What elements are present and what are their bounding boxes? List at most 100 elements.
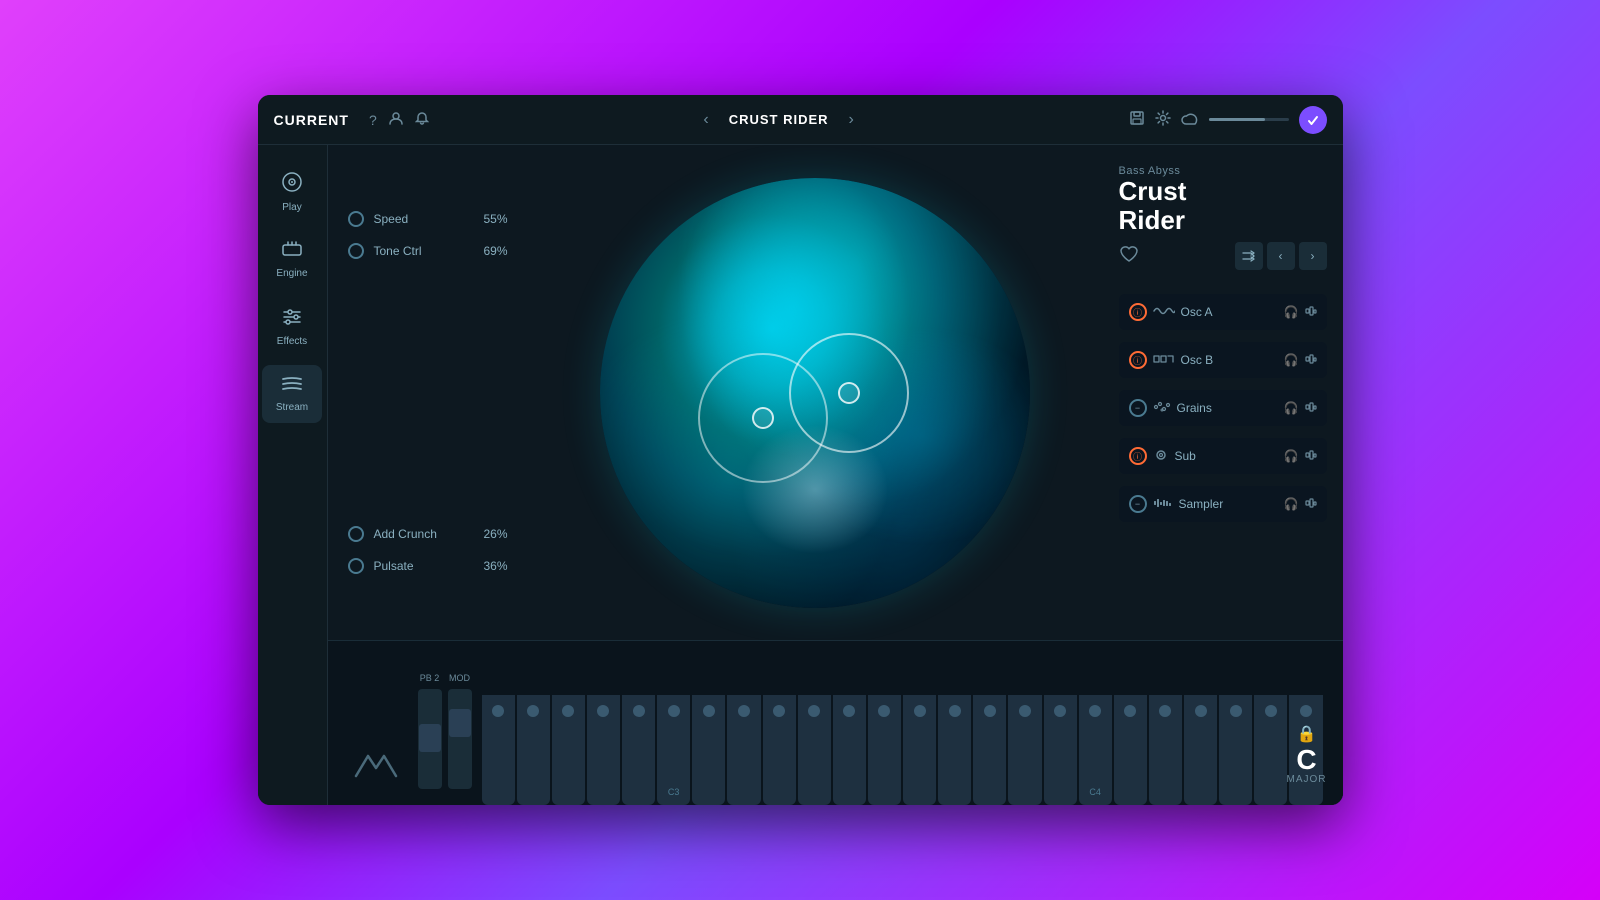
osc-a-headphone[interactable]: 🎧 [1284, 305, 1299, 319]
keyboard-key[interactable] [938, 695, 971, 805]
header-center: ‹ CRUST RIDER › [429, 111, 1129, 129]
pb-handle[interactable] [419, 724, 441, 752]
sampler-headphone[interactable]: 🎧 [1284, 497, 1299, 511]
osc-a-power[interactable]: ⓘ [1129, 303, 1147, 321]
header-right [1129, 106, 1327, 134]
keyboard-key[interactable] [727, 695, 760, 805]
sampler-mute[interactable] [1305, 497, 1317, 512]
keyboard-key[interactable] [903, 695, 936, 805]
main-area: Play Engine Effects Stream [258, 145, 1343, 805]
keyboard-key[interactable] [798, 695, 831, 805]
keyboard-key[interactable] [1114, 695, 1147, 805]
save-icon[interactable] [1129, 110, 1145, 129]
key-dot [492, 705, 504, 717]
favorite-button[interactable] [1119, 245, 1139, 268]
key-dot [527, 705, 539, 717]
osc-a-mute[interactable] [1305, 305, 1317, 320]
pulsate-label: Pulsate [374, 559, 474, 573]
osc-b-mute[interactable] [1305, 353, 1317, 368]
mod-handle[interactable] [449, 709, 471, 737]
sub-mute[interactable] [1305, 449, 1317, 464]
keyboard-key[interactable] [1219, 695, 1252, 805]
grains-mute[interactable] [1305, 401, 1317, 416]
pb-fader[interactable]: PB 2 [418, 673, 442, 789]
header: CURRENT ? ‹ CRUST RIDER › [258, 95, 1343, 145]
help-icon[interactable]: ? [369, 112, 377, 128]
tone-ctrl-label: Tone Ctrl [374, 244, 474, 258]
effects-icon [282, 307, 302, 332]
sidebar-item-play[interactable]: Play [262, 161, 322, 223]
mod-track[interactable] [448, 689, 472, 789]
engine-icon [281, 241, 303, 264]
keyboard-key[interactable] [973, 695, 1006, 805]
keyboard-key[interactable] [1044, 695, 1077, 805]
cloud-icon[interactable] [1181, 111, 1199, 128]
sampler-power[interactable]: − [1129, 495, 1147, 513]
vinyl-disc[interactable] [600, 178, 1030, 608]
keyboard-key[interactable] [1149, 695, 1182, 805]
keyboard-key[interactable] [552, 695, 585, 805]
keyboard-key[interactable] [763, 695, 796, 805]
keyboard-key[interactable] [692, 695, 725, 805]
speed-knob[interactable] [348, 211, 364, 227]
prev-preset-button[interactable]: ‹ [703, 111, 708, 129]
osc-b-headphone[interactable]: 🎧 [1284, 353, 1299, 367]
prev-osc-button[interactable]: ‹ [1267, 242, 1295, 270]
osc-b-type-icon [1153, 353, 1175, 368]
preset-name: CrustRider [1119, 177, 1327, 234]
sampler-type-icon [1153, 497, 1173, 512]
tone-ctrl-control: Tone Ctrl 69% [348, 243, 508, 259]
circle-control-2[interactable] [698, 353, 828, 483]
key-dot [703, 705, 715, 717]
pb-track[interactable] [418, 689, 442, 789]
volume-slider[interactable] [1209, 118, 1289, 121]
user-avatar[interactable] [1299, 106, 1327, 134]
play-icon [281, 171, 303, 198]
key-dot [633, 705, 645, 717]
keyboard-key[interactable] [833, 695, 866, 805]
sub-label: Sub [1175, 449, 1278, 463]
sidebar-item-stream[interactable]: Stream [262, 365, 322, 423]
mod-fader[interactable]: MOD [448, 673, 472, 789]
keyboard-key[interactable] [1184, 695, 1217, 805]
user-icon[interactable] [389, 111, 403, 128]
pulsate-knob[interactable] [348, 558, 364, 574]
key-dot [984, 705, 996, 717]
speed-control: Speed 55% [348, 211, 508, 227]
sub-headphone[interactable]: 🎧 [1284, 449, 1299, 463]
add-crunch-knob[interactable] [348, 526, 364, 542]
keyboard-key[interactable]: C3 [657, 695, 690, 805]
grains-row: − Grains 🎧 [1119, 390, 1327, 426]
keyboard-key[interactable] [482, 695, 515, 805]
sub-power[interactable]: ⓘ [1129, 447, 1147, 465]
upper-area: Speed 55% Tone Ctrl 69% Add Crunch 26% [328, 145, 1343, 640]
next-preset-button[interactable]: › [849, 111, 854, 129]
keyboard-key[interactable] [517, 695, 550, 805]
right-panel: Bass Abyss CrustRider [1103, 145, 1343, 640]
osc-b-power[interactable]: ⓘ [1129, 351, 1147, 369]
key-dot [738, 705, 750, 717]
tone-ctrl-knob[interactable] [348, 243, 364, 259]
lock-icon[interactable]: 🔒 [1287, 724, 1327, 744]
tone-ctrl-value: 69% [483, 244, 507, 258]
key-dot [914, 705, 926, 717]
sidebar-item-engine[interactable]: Engine [262, 231, 322, 289]
grains-headphone[interactable]: 🎧 [1284, 401, 1299, 415]
sidebar-item-effects[interactable]: Effects [262, 297, 322, 357]
key-dot [773, 705, 785, 717]
keyboard-key[interactable] [1254, 695, 1287, 805]
keyboard-key[interactable]: C4 [1079, 695, 1112, 805]
keyboard-key[interactable] [622, 695, 655, 805]
settings-icon[interactable] [1155, 110, 1171, 129]
add-crunch-value: 26% [483, 527, 507, 541]
shuffle-button[interactable] [1235, 242, 1263, 270]
grains-power[interactable]: − [1129, 399, 1147, 417]
bell-icon[interactable] [415, 111, 429, 128]
key-dot [808, 705, 820, 717]
next-osc-button[interactable]: › [1299, 242, 1327, 270]
key-dot [1300, 705, 1312, 717]
keyboard-key[interactable] [1008, 695, 1041, 805]
center-visualization [528, 145, 1103, 640]
keyboard-key[interactable] [587, 695, 620, 805]
keyboard-key[interactable] [868, 695, 901, 805]
